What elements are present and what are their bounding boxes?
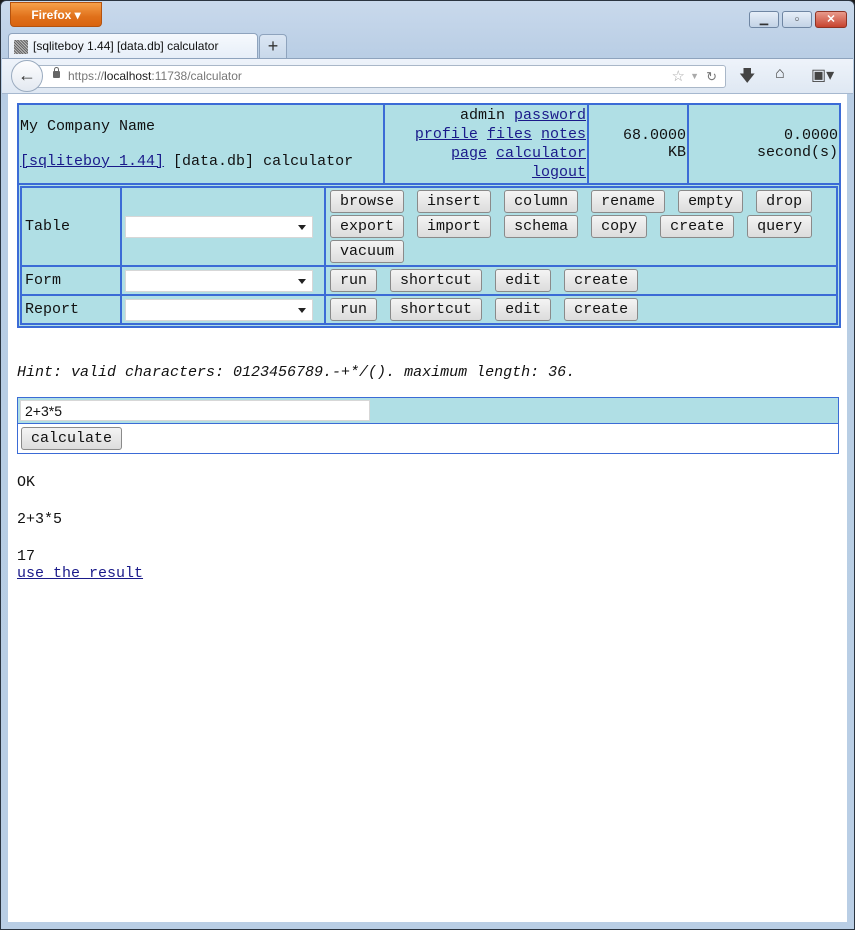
url-text: https://localhost:11738/calculator xyxy=(68,69,242,83)
empty-button[interactable]: empty xyxy=(678,190,744,213)
maximize-icon: ▫ xyxy=(795,13,799,25)
vacuum-button[interactable]: vacuum xyxy=(330,240,405,263)
app-version-link[interactable]: [sqliteboy 1.44] xyxy=(20,153,164,170)
insert-button[interactable]: insert xyxy=(417,190,492,213)
minimize-icon: ▁ xyxy=(759,13,769,25)
table-label: Table xyxy=(21,187,121,266)
elapsed-time-value: 0.0000 xyxy=(783,127,838,144)
favicon-icon xyxy=(14,40,28,54)
close-icon: ✕ xyxy=(826,13,836,25)
page-link[interactable]: page xyxy=(451,145,487,162)
bookmark-star-icon[interactable]: ☆ xyxy=(672,66,685,87)
table-tools-row: Table browse insert column rename empty … xyxy=(21,187,837,266)
password-link[interactable]: password xyxy=(514,107,586,124)
form-tools-row: Form run shortcut edit create xyxy=(21,266,837,295)
import-button[interactable]: import xyxy=(417,215,492,238)
browse-button[interactable]: browse xyxy=(330,190,405,213)
firefox-menu-button[interactable]: Firefox ▾ xyxy=(10,2,102,27)
form-create-button[interactable]: create xyxy=(564,269,639,292)
report-shortcut-button[interactable]: shortcut xyxy=(390,298,483,321)
database-name: [data.db] xyxy=(173,153,255,170)
result-section: OK 2+3*5 17 use the result xyxy=(17,474,839,582)
report-select[interactable] xyxy=(125,298,313,321)
title-cell: My Company Name [sqliteboy 1.44] [data.d… xyxy=(18,104,384,184)
new-tab-button[interactable]: + xyxy=(259,34,287,58)
table-select[interactable] xyxy=(125,215,313,238)
close-button[interactable]: ✕ xyxy=(815,11,847,28)
rename-button[interactable]: rename xyxy=(591,190,666,213)
export-button[interactable]: export xyxy=(330,215,405,238)
report-run-button[interactable]: run xyxy=(330,298,378,321)
calculate-button[interactable]: calculate xyxy=(21,427,123,450)
minimize-button[interactable]: ▁ xyxy=(749,11,779,28)
drop-button[interactable]: drop xyxy=(756,190,813,213)
username: admin xyxy=(459,107,505,124)
expression-input[interactable]: 2+3*5 xyxy=(20,400,370,421)
schema-button[interactable]: schema xyxy=(504,215,579,238)
navigation-bar: https://localhost:11738/calculator ☆ ▼ ↻… xyxy=(2,58,853,94)
notes-link[interactable]: notes xyxy=(541,126,586,143)
form-shortcut-button[interactable]: shortcut xyxy=(390,269,483,292)
hint-text: Hint: valid characters: 0123456789.-+*/(… xyxy=(17,364,576,381)
result-status: OK xyxy=(17,474,36,491)
form-run-button[interactable]: run xyxy=(330,269,378,292)
url-bar[interactable]: https://localhost:11738/calculator ☆ ▼ ↻ xyxy=(34,65,726,88)
back-arrow-icon: ← xyxy=(18,65,36,85)
bookmarks-menu-icon[interactable]: ▣▾ xyxy=(811,65,834,85)
calculator-link[interactable]: calculator xyxy=(496,145,586,162)
elapsed-time-cell: 0.0000 second(s) xyxy=(688,104,840,184)
page-content: My Company Name [sqliteboy 1.44] [data.d… xyxy=(8,94,847,922)
copy-button[interactable]: copy xyxy=(591,215,648,238)
form-select[interactable] xyxy=(125,269,313,292)
tab-title: [sqliteboy 1.44] [data.db] calculator xyxy=(33,39,219,53)
lock-icon xyxy=(53,67,60,78)
browser-window: Firefox ▾ ▁ ▫ ✕ [sqliteboy 1.44] [data.d… xyxy=(0,0,855,930)
header-table: My Company Name [sqliteboy 1.44] [data.d… xyxy=(17,103,841,328)
profile-link[interactable]: profile xyxy=(415,126,478,143)
form-label: Form xyxy=(21,266,121,295)
company-name: My Company Name xyxy=(20,118,156,135)
form-edit-button[interactable]: edit xyxy=(495,269,552,292)
calculator-form: 2+3*5 calculate xyxy=(17,397,839,454)
home-icon[interactable]: ⌂ xyxy=(775,65,785,83)
create-table-button[interactable]: create xyxy=(660,215,735,238)
download-icon[interactable]: 🡇 xyxy=(739,65,755,92)
back-button[interactable]: ← xyxy=(11,60,43,92)
maximize-button[interactable]: ▫ xyxy=(782,11,812,28)
reload-icon[interactable]: ↻ xyxy=(706,66,717,87)
report-label: Report xyxy=(21,295,121,324)
tools-table: Table browse insert column rename empty … xyxy=(20,186,838,325)
logout-link[interactable]: logout xyxy=(532,164,586,181)
page-name: calculator xyxy=(263,153,354,170)
use-result-link[interactable]: use the result xyxy=(17,565,143,582)
report-tools-row: Report run shortcut edit create xyxy=(21,295,837,324)
query-button[interactable]: query xyxy=(747,215,813,238)
elapsed-time-unit: second(s) xyxy=(756,144,838,161)
history-dropdown-icon[interactable]: ▼ xyxy=(690,66,699,87)
report-create-button[interactable]: create xyxy=(564,298,639,321)
db-size-unit: KB xyxy=(667,144,686,161)
column-button[interactable]: column xyxy=(504,190,579,213)
db-size-value: 68.0000 xyxy=(622,127,686,144)
result-value: 17 xyxy=(17,548,36,565)
files-link[interactable]: files xyxy=(487,126,532,143)
report-edit-button[interactable]: edit xyxy=(495,298,552,321)
browser-tab[interactable]: [sqliteboy 1.44] [data.db] calculator xyxy=(8,33,258,59)
user-links-cell: admin password profile files notes page … xyxy=(384,104,588,184)
result-expression: 2+3*5 xyxy=(17,511,63,528)
db-size-cell: 68.0000 KB xyxy=(588,104,688,184)
